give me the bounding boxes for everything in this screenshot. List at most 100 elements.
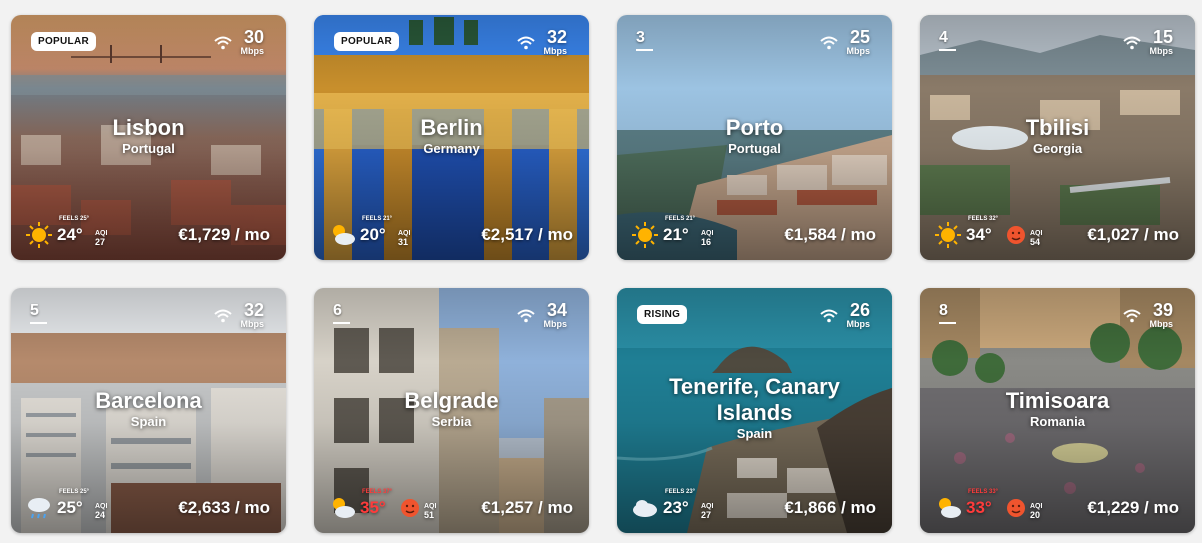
wifi-icon: [516, 36, 535, 50]
city-title: Belgrade Serbia: [314, 388, 589, 430]
aqi: AQI 16: [701, 230, 713, 247]
aqi-value: 31: [398, 237, 409, 247]
temperature: 24°: [57, 225, 83, 244]
internet-speed: 32 Mbps: [213, 301, 265, 329]
city-name: Belgrade: [404, 388, 499, 413]
city-title: Lisbon Portugal: [11, 115, 286, 157]
aqi: AQI 27: [95, 230, 107, 247]
aqi-value: 51: [424, 510, 435, 520]
card-footer: FEELS 21° 20° AQI 31 €2,517 / mo: [328, 216, 573, 248]
city-card-belgrade[interactable]: 6 34 Mbps Belgrade Serbia FEELS 37° 35° …: [314, 288, 589, 533]
feels-like: FEELS 33°: [968, 489, 999, 495]
speed-value: 25: [849, 27, 870, 47]
card-footer: FEELS 23° 23° AQI 27 €1,866 / mo: [631, 489, 876, 521]
city-name: Timisoara: [1005, 388, 1110, 413]
internet-speed: 26 Mbps: [819, 300, 871, 329]
speed-unit: Mbps: [846, 46, 871, 56]
city-card-porto[interactable]: 3 25 Mbps Porto Portugal FEELS 21° 21° A…: [617, 15, 892, 260]
internet-speed: 34 Mbps: [516, 301, 568, 329]
sun-icon: [632, 222, 658, 248]
temperature: 21°: [663, 225, 689, 244]
city-card-tenerife[interactable]: RISING 26 Mbps Tenerife, Canary Islands …: [617, 288, 892, 533]
temperature: 33°: [966, 498, 992, 517]
card-footer: FEELS 21° 21° AQI 16 €1,584 / mo: [631, 216, 876, 248]
temperature: 34°: [966, 225, 992, 244]
speed-unit: Mbps: [240, 319, 265, 329]
aqi-value: 27: [701, 510, 712, 520]
monthly-cost: €2,633 / mo: [178, 498, 270, 517]
internet-speed: 32 Mbps: [516, 28, 568, 56]
rain-cloud-icon: [28, 498, 50, 519]
city-card-berlin[interactable]: POPULAR 32 Mbps Berlin Germany FEELS 21°…: [314, 15, 589, 260]
city-title: Barcelona Spain: [11, 388, 286, 430]
city-name: Lisbon: [112, 115, 185, 140]
wifi-icon: [819, 309, 838, 323]
monthly-cost: €1,866 / mo: [784, 498, 876, 517]
temperature: 25°: [57, 498, 83, 517]
popular-badge: POPULAR: [31, 32, 96, 51]
aqi: AQI 54: [1030, 230, 1042, 247]
city-title: Tbilisi Georgia: [920, 115, 1195, 157]
wifi-icon: [1122, 36, 1141, 50]
aqi-value: 24: [95, 510, 106, 520]
card-footer: FEELS 37° 35° AQI 51 €1,257 / mo: [328, 489, 573, 521]
speed-value: 26: [849, 300, 870, 320]
partly-cloudy-icon: [333, 225, 355, 245]
speed-unit: Mbps: [543, 319, 568, 329]
temperature: 35°: [360, 498, 386, 517]
country-name: Spain: [130, 414, 167, 429]
city-card-lisbon[interactable]: POPULAR 30 Mbps Lisbon Portugal FEELS 25…: [11, 15, 286, 260]
country-name: Romania: [1030, 414, 1085, 429]
hot-face-icon: [401, 499, 419, 517]
rank-number: 4: [939, 29, 956, 51]
wifi-icon: [213, 309, 232, 323]
city-grid: POPULAR 30 Mbps Lisbon Portugal FEELS 25…: [11, 15, 1195, 533]
sun-icon: [935, 222, 961, 248]
country-name: Portugal: [728, 141, 781, 156]
city-card-timisoara[interactable]: 8 39 Mbps Timisoara Romania FEELS 33° 33…: [920, 288, 1195, 533]
speed-value: 30: [243, 27, 264, 47]
speed-unit: Mbps: [1149, 319, 1174, 329]
speed-unit: Mbps: [1149, 46, 1174, 56]
city-title: Timisoara Romania: [920, 388, 1195, 430]
feels-like: FEELS 25°: [59, 216, 90, 222]
temperature: 20°: [360, 225, 386, 244]
wifi-icon: [1122, 309, 1141, 323]
city-card-tbilisi[interactable]: 4 15 Mbps Tbilisi Georgia FEELS 32° 34° …: [920, 15, 1195, 260]
feels-like: FEELS 23°: [665, 489, 696, 495]
aqi-value: 27: [95, 237, 106, 247]
temperature: 23°: [663, 498, 689, 517]
wifi-icon: [213, 36, 232, 50]
speed-unit: Mbps: [543, 46, 568, 56]
feels-like: FEELS 37°: [362, 489, 393, 495]
wifi-icon: [516, 309, 535, 323]
speed-value: 39: [1152, 300, 1173, 320]
rank-number: 5: [30, 302, 47, 324]
country-name: Portugal: [122, 141, 175, 156]
rank-number: 8: [939, 302, 956, 324]
aqi-value: 16: [701, 237, 712, 247]
feels-like: FEELS 25°: [59, 489, 90, 495]
monthly-cost: €1,027 / mo: [1087, 225, 1179, 244]
city-name: Tenerife, Canary Islands: [669, 374, 840, 425]
city-card-barcelona[interactable]: 5 32 Mbps Barcelona Spain FEELS 25° 25° …: [11, 288, 286, 533]
city-title: Porto Portugal: [617, 115, 892, 157]
hot-face-icon: [1007, 499, 1025, 517]
country-name: Spain: [736, 426, 773, 441]
city-title: Tenerife, Canary Islands Spain: [617, 374, 892, 442]
card-footer: FEELS 25° 24° AQI 27 €1,729 / mo: [25, 216, 270, 248]
internet-speed: 15 Mbps: [1122, 28, 1174, 56]
wifi-icon: [819, 36, 838, 50]
monthly-cost: €1,584 / mo: [784, 225, 876, 244]
monthly-cost: €1,229 / mo: [1087, 498, 1179, 517]
speed-unit: Mbps: [846, 319, 871, 329]
partly-cloudy-icon: [333, 498, 355, 518]
aqi-value: 20: [1030, 510, 1041, 520]
rank-number: 6: [333, 302, 350, 324]
city-title: Berlin Germany: [314, 115, 589, 157]
card-footer: FEELS 25° 25° AQI 24 €2,633 / mo: [25, 489, 270, 521]
country-name: Serbia: [431, 414, 472, 429]
popular-badge: POPULAR: [334, 32, 399, 51]
city-name: Tbilisi: [1025, 115, 1090, 140]
rising-badge: RISING: [637, 305, 688, 324]
